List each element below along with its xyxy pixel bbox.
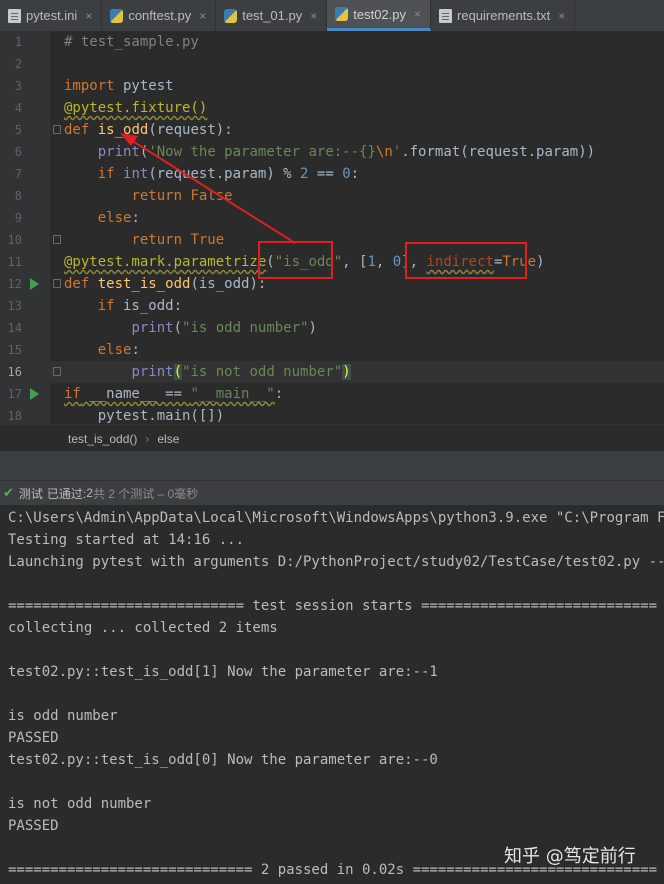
tab-label: conftest.py [128, 8, 192, 23]
console-line: test02.py::test_is_odd[1] Now the parame… [8, 664, 438, 680]
tab-label: test_01.py [242, 8, 303, 23]
editor-tab-bar: pytest.ini × conftest.py × test_01.py × … [0, 0, 664, 32]
console-line: is odd number [8, 708, 118, 724]
text-file-icon [439, 8, 453, 23]
status-label: 测试 [18, 486, 43, 501]
tab-test02-py[interactable]: test02.py × [327, 0, 432, 31]
console-line: ============================ test sessio… [8, 598, 658, 614]
console-line: PASSED [8, 818, 59, 834]
tab-conftest-py[interactable]: conftest.py × [102, 0, 217, 31]
watermark: 知乎 @笃定前行 [504, 846, 636, 867]
status-passed: 已通过: [46, 486, 87, 501]
status-summary: 共 2 个测试 – 0毫秒 [92, 486, 199, 501]
test-status-bar: ✔ 测试 已通过: 2 共 2 个测试 – 0毫秒 [0, 480, 664, 506]
annotation-arrow [120, 133, 296, 244]
console-line: C:\Users\Admin\AppData\Local\Microsoft\W… [8, 510, 664, 526]
close-icon[interactable]: × [558, 9, 565, 23]
close-icon[interactable]: × [85, 9, 92, 23]
breadcrumb-item-function[interactable]: test_is_odd() [68, 432, 137, 446]
python-file-icon [224, 8, 238, 23]
panel-splitter[interactable] [0, 451, 664, 480]
tab-requirements-txt[interactable]: requirements.txt × [431, 0, 576, 31]
console-line: PASSED [8, 730, 59, 746]
ini-file-icon [8, 8, 21, 23]
arrow-shaft [130, 139, 296, 244]
tab-test-01-py[interactable]: test_01.py × [216, 0, 328, 31]
python-file-icon [335, 7, 349, 21]
console-line: Testing started at 14:16 ... [8, 532, 245, 548]
python-file-icon [110, 8, 124, 23]
arrow-head [120, 133, 138, 146]
console-line: is not odd number [8, 796, 152, 812]
status-count: 2 [86, 486, 93, 500]
tab-label: test02.py [353, 6, 406, 22]
close-icon[interactable]: × [199, 9, 206, 23]
close-icon[interactable]: × [310, 9, 317, 23]
console-line: test02.py::test_is_odd[0] Now the parame… [8, 752, 438, 768]
tab-label: pytest.ini [26, 8, 78, 23]
console-line: collecting ... collected 2 items [8, 620, 278, 636]
tab-label: requirements.txt [457, 8, 551, 23]
run-console[interactable]: C:\Users\Admin\AppData\Local\Microsoft\W… [0, 505, 664, 884]
breadcrumb-item-else[interactable]: else [157, 432, 179, 446]
code-editor[interactable]: 1 # test_sample.py 2 3 import pytest 4 @… [0, 31, 664, 424]
console-line: Launching pytest with arguments D:/Pytho… [8, 554, 664, 570]
breadcrumb: test_is_odd() › else [0, 424, 664, 452]
check-icon: ✔ [3, 485, 14, 500]
breadcrumb-separator: › [145, 431, 150, 446]
close-icon[interactable]: × [414, 7, 421, 21]
tab-pytest-ini[interactable]: pytest.ini × [0, 0, 103, 31]
